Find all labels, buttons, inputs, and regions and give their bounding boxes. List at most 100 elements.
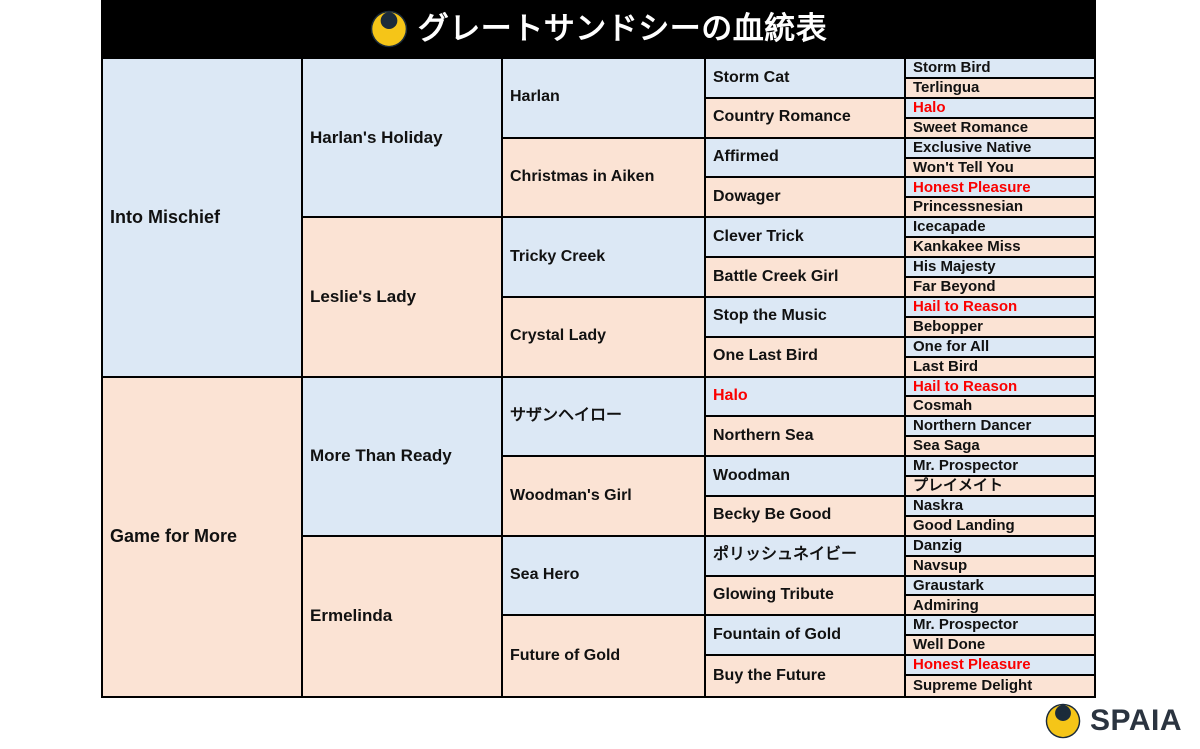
pedigree-cell-gen5-15[interactable]: One for All (906, 337, 1094, 358)
horse-name: Future of Gold (510, 646, 621, 664)
pedigree-cell-gen5-23[interactable]: Naskra (906, 496, 1094, 517)
pedigree-cell-gen5-12[interactable]: Far Beyond (906, 277, 1094, 298)
pedigree-cell-gen3-8[interactable]: Future of Gold (503, 616, 706, 696)
horse-name: Exclusive Native (913, 138, 1032, 156)
pedigree-cell-gen4-9[interactable]: Halo (706, 377, 906, 418)
pedigree-cell-gen4-13[interactable]: ポリッシュネイビー (706, 536, 906, 577)
pedigree-cell-gen5-5[interactable]: Exclusive Native (906, 138, 1094, 159)
pedigree-cell-gen5-13[interactable]: Hail to Reason (906, 297, 1094, 318)
horse-name: Fountain of Gold (713, 625, 841, 643)
pedigree-cell-gen5-27[interactable]: Graustark (906, 576, 1094, 597)
pedigree-cell-gen5-30[interactable]: Well Done (906, 636, 1094, 657)
pedigree-cell-gen5-8[interactable]: Princessnesian (906, 198, 1094, 219)
horse-name: One Last Bird (713, 347, 818, 365)
horse-name: Icecapade (913, 218, 986, 236)
pedigree-cell-gen3-4[interactable]: Crystal Lady (503, 297, 706, 378)
pedigree-cell-gen3-7[interactable]: Sea Hero (503, 536, 706, 617)
pedigree-cell-gen2-3[interactable]: More Than Ready (303, 377, 503, 537)
pedigree-cell-gen5-1[interactable]: Storm Bird (906, 59, 1094, 79)
horse-name: Dowager (713, 187, 781, 205)
pedigree-cell-gen5-32[interactable]: Supreme Delight (906, 676, 1094, 696)
pedigree-cell-gen5-14[interactable]: Bebopper (906, 317, 1094, 338)
pedigree-cell-gen5-7[interactable]: Honest Pleasure (906, 178, 1094, 199)
pedigree-cell-gen4-15[interactable]: Fountain of Gold (706, 616, 906, 657)
horse-name: Graustark (913, 576, 984, 594)
pedigree-cell-gen5-2[interactable]: Terlingua (906, 78, 1094, 99)
horse-name: Game for More (110, 526, 238, 547)
spaia-brand-footer: SPAIA (1045, 701, 1182, 741)
horse-name: Navsup (913, 556, 968, 574)
generation-2-column: Harlan's Holiday Leslie's Lady More Than R… (303, 59, 503, 696)
pedigree-cell-gen5-6[interactable]: Won't Tell You (906, 158, 1094, 179)
pedigree-cell-gen4-16[interactable]: Buy the Future (706, 656, 906, 696)
pedigree-cell-gen4-3[interactable]: Affirmed (706, 138, 906, 179)
horse-name: Stop the Music (713, 307, 827, 325)
pedigree-cell-gen5-10[interactable]: Kankakee Miss (906, 238, 1094, 259)
pedigree-cell-gen5-24[interactable]: Good Landing (906, 516, 1094, 537)
pedigree-cell-gen2-4[interactable]: Ermelinda (303, 536, 503, 696)
pedigree-cell-gen5-16[interactable]: Last Bird (906, 357, 1094, 378)
generation-5-column: Storm Bird Terlingua Halo Sweet Romance Excl… (906, 59, 1094, 696)
pedigree-cell-gen5-21[interactable]: Mr. Prospector (906, 457, 1094, 478)
pedigree-cell-gen3-2[interactable]: Christmas in Aiken (503, 138, 706, 219)
spaia-swirl-logo-icon (370, 10, 408, 48)
pedigree-cell-gen3-5[interactable]: サザンヘイロー (503, 377, 706, 458)
pedigree-cell-gen1-1[interactable]: Into Mischief (103, 59, 303, 378)
pedigree-cell-gen5-18[interactable]: Cosmah (906, 397, 1094, 418)
horse-name: Becky Be Good (713, 506, 832, 524)
pedigree-table: Into Mischief Game for More Harlan's Holi… (101, 57, 1096, 698)
horse-name: Kankakee Miss (913, 238, 1021, 256)
horse-name: Hail to Reason (913, 377, 1018, 395)
pedigree-cell-gen4-6[interactable]: Battle Creek Girl (706, 258, 906, 298)
horse-name: Cosmah (913, 397, 973, 415)
horse-name: プレイメイト (913, 477, 1004, 495)
pedigree-cell-gen4-12[interactable]: Becky Be Good (706, 496, 906, 537)
horse-name: Ermelinda (310, 606, 393, 626)
pedigree-cell-gen4-7[interactable]: Stop the Music (706, 297, 906, 338)
horse-name: Far Beyond (913, 278, 996, 296)
pedigree-cell-gen5-17[interactable]: Hail to Reason (906, 377, 1094, 398)
pedigree-cell-gen5-9[interactable]: Icecapade (906, 218, 1094, 239)
pedigree-cell-gen5-11[interactable]: His Majesty (906, 258, 1094, 278)
horse-name: Well Done (913, 636, 986, 654)
pedigree-cell-gen2-1[interactable]: Harlan's Holiday (303, 59, 503, 219)
horse-name: Harlan's Holiday (310, 127, 443, 147)
pedigree-cell-gen4-8[interactable]: One Last Bird (706, 337, 906, 378)
pedigree-cell-gen4-11[interactable]: Woodman (706, 457, 906, 497)
pedigree-cell-gen4-10[interactable]: Northern Sea (706, 417, 906, 458)
brand-name: SPAIA (1090, 704, 1182, 737)
pedigree-cell-gen2-2[interactable]: Leslie's Lady (303, 218, 503, 378)
horse-name: Sea Hero (510, 566, 580, 584)
generation-4-column: Storm Cat Country Romance Affirmed Dowager C… (706, 59, 906, 696)
horse-name: Last Bird (913, 357, 979, 375)
pedigree-cell-gen4-14[interactable]: Glowing Tribute (706, 576, 906, 617)
horse-name: Hail to Reason (913, 297, 1018, 315)
pedigree-cell-gen5-22[interactable]: プレイメイト (906, 477, 1094, 497)
pedigree-cell-gen5-28[interactable]: Admiring (906, 596, 1094, 617)
pedigree-header: グレートサンドシーの血統表 (101, 0, 1096, 57)
horse-name: Sweet Romance (913, 118, 1029, 136)
pedigree-cell-gen5-19[interactable]: Northern Dancer (906, 417, 1094, 438)
pedigree-cell-gen4-4[interactable]: Dowager (706, 178, 906, 219)
pedigree-cell-gen3-6[interactable]: Woodman's Girl (503, 457, 706, 537)
pedigree-cell-gen5-31[interactable]: Honest Pleasure (906, 656, 1094, 677)
horse-name: サザンヘイロー (510, 406, 623, 424)
horse-name: Woodman (713, 466, 791, 484)
pedigree-cell-gen5-26[interactable]: Navsup (906, 556, 1094, 577)
pedigree-cell-gen5-29[interactable]: Mr. Prospector (906, 616, 1094, 637)
pedigree-cell-gen5-20[interactable]: Sea Saga (906, 437, 1094, 458)
pedigree-cell-gen4-5[interactable]: Clever Trick (706, 218, 906, 259)
pedigree-cell-gen3-1[interactable]: Harlan (503, 59, 706, 139)
horse-name: One for All (913, 337, 990, 355)
pedigree-cell-gen5-25[interactable]: Danzig (906, 536, 1094, 557)
pedigree-cell-gen4-2[interactable]: Country Romance (706, 98, 906, 139)
pedigree-cell-gen4-1[interactable]: Storm Cat (706, 59, 906, 99)
pedigree-cell-gen5-4[interactable]: Sweet Romance (906, 118, 1094, 139)
pedigree-cell-gen3-3[interactable]: Tricky Creek (503, 218, 706, 298)
pedigree-cell-gen1-2[interactable]: Game for More (103, 377, 303, 696)
horse-name: Leslie's Lady (310, 286, 417, 306)
pedigree-cell-gen5-3[interactable]: Halo (906, 98, 1094, 119)
horse-name: Buy the Future (713, 666, 826, 684)
horse-name: Into Mischief (110, 206, 221, 227)
horse-name: Crystal Lady (510, 327, 607, 345)
